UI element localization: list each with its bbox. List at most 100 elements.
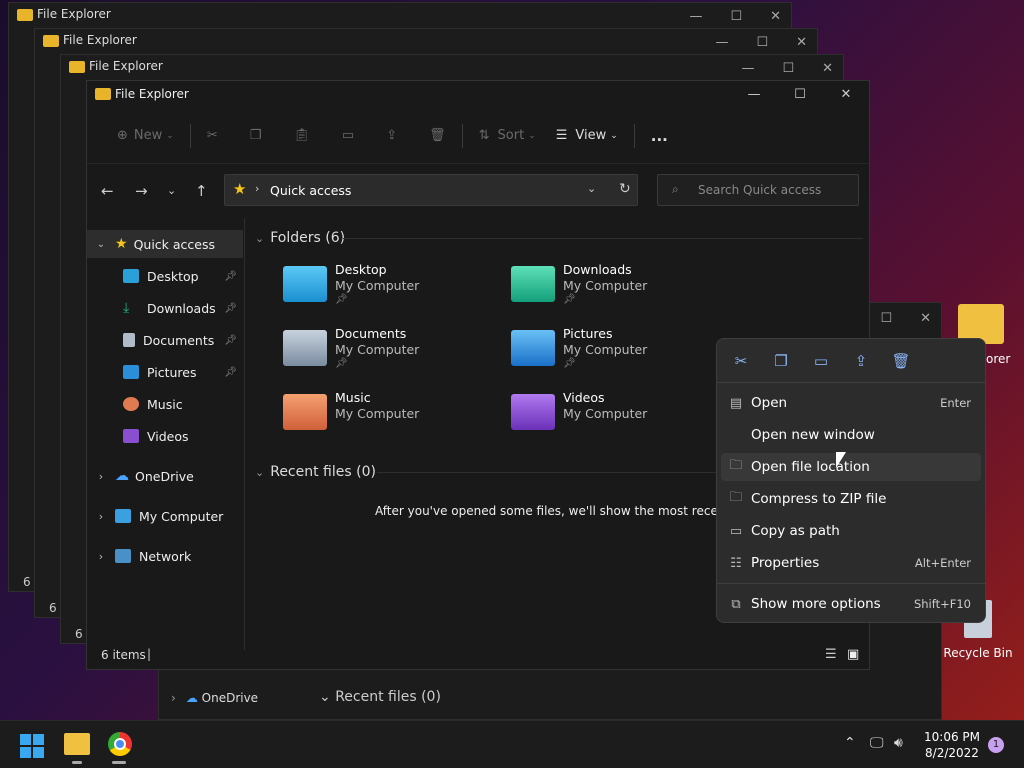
file-icon: ▤ xyxy=(729,395,743,411)
address-dropdown-icon[interactable]: ⌄ xyxy=(587,182,596,195)
up-button[interactable]: ↑ xyxy=(195,182,208,200)
nav-item-pictures[interactable]: Pictures 📌︎ xyxy=(87,358,243,386)
desktop-folder-icon xyxy=(283,266,327,302)
view-button[interactable]: ☰ View ⌄ xyxy=(546,120,628,152)
pin-icon: 📌︎ xyxy=(563,294,576,305)
chevron-right-icon: › xyxy=(98,469,104,483)
volume-icon[interactable]: 🔊︎ xyxy=(894,735,903,751)
bg-recent-header: ⌄ Recent files (0) xyxy=(319,689,441,705)
sort-icon: ⇅ xyxy=(478,128,490,143)
folder-videos[interactable]: Videos My Computer xyxy=(511,390,731,446)
nav-item-onedrive[interactable]: › ☁ OneDrive xyxy=(87,462,243,490)
refresh-button[interactable]: ↻ xyxy=(619,181,631,197)
forward-button[interactable]: → xyxy=(135,182,148,200)
copy-icon: ❐ xyxy=(249,128,262,143)
cut-button[interactable]: ✂ xyxy=(197,120,228,152)
network-icon[interactable]: 🖵︎ xyxy=(870,735,884,751)
window-title: File Explorer xyxy=(115,87,189,101)
pin-icon: 📌︎ xyxy=(224,366,237,378)
clock[interactable]: 10:06 PM 8/2/2022 xyxy=(922,729,982,761)
taskbar-file-explorer[interactable] xyxy=(64,733,90,764)
sort-button[interactable]: ⇅ Sort ⌄ xyxy=(469,120,546,152)
zip-icon: 🗀 xyxy=(729,490,743,505)
nav-item-downloads[interactable]: ⤓ Downloads 📌︎ xyxy=(87,294,243,322)
nav-item-music[interactable]: Music xyxy=(87,390,243,418)
trash-icon: 🗑︎ xyxy=(429,128,446,143)
share-button[interactable]: ⇪ xyxy=(376,120,407,152)
picture-icon xyxy=(123,365,139,379)
maximize-icon: ☐ xyxy=(782,60,795,76)
rename-button[interactable]: ▭ xyxy=(332,120,364,152)
recent-files-header[interactable]: ⌄ Recent files (0) xyxy=(255,464,376,480)
taskbar-chrome[interactable] xyxy=(108,732,132,764)
delete-button[interactable]: 🗑︎ xyxy=(419,120,456,152)
nav-item-documents[interactable]: Documents 📌︎ xyxy=(87,326,243,354)
close-button[interactable]: ✕ xyxy=(823,81,869,108)
folder-icon xyxy=(43,35,59,47)
nav-item-my-computer[interactable]: › My Computer xyxy=(87,502,243,530)
search-input[interactable]: ⌕ Search Quick access xyxy=(657,174,859,206)
document-icon xyxy=(123,333,135,347)
new-button[interactable]: ⊕ New ⌄ xyxy=(107,120,184,152)
menu-item-copy-as-path[interactable]: ▭ Copy as path xyxy=(721,517,981,545)
menu-item-open[interactable]: ▤ Open Enter xyxy=(721,389,981,417)
cloud-icon: ☁ xyxy=(185,691,198,705)
mouse-cursor-icon xyxy=(836,452,846,468)
address-bar[interactable]: ★ › Quick access ⌄ xyxy=(224,174,638,206)
maximize-button[interactable]: ☐ xyxy=(777,81,823,108)
details-view-button[interactable]: ☰ xyxy=(825,647,837,662)
title-bar[interactable]: File Explorer — ☐ ✕ xyxy=(87,81,869,108)
command-bar: ⊕ New ⌄ ✂ ❐ 📋︎ ▭ ⇪ 🗑︎ ⇅ Sort ⌄ ☰ View ⌄ ... xyxy=(87,108,869,164)
pin-icon: 📌︎ xyxy=(224,302,237,314)
more-options-button[interactable]: ... xyxy=(641,120,678,152)
share-icon[interactable]: ⇪ xyxy=(851,352,871,370)
videos-folder-icon xyxy=(511,394,555,430)
status-bar: 6 items | ☰ ▣ xyxy=(101,647,860,662)
window-title: File Explorer xyxy=(89,59,163,73)
menu-item-open-new-window[interactable]: Open new window xyxy=(721,421,981,449)
scissors-icon: ✂ xyxy=(206,128,218,143)
network-icon xyxy=(115,549,131,563)
copy-button[interactable]: ❐ xyxy=(240,120,272,152)
start-button[interactable] xyxy=(20,734,44,758)
nav-item-videos[interactable]: Videos xyxy=(87,422,243,450)
paste-button[interactable]: 📋︎ xyxy=(283,120,320,152)
folder-documents[interactable]: Documents My Computer 📌︎ xyxy=(283,326,503,382)
maximize-icon: ☐ xyxy=(756,34,769,50)
documents-folder-icon xyxy=(283,330,327,366)
folder-music[interactable]: Music My Computer xyxy=(283,390,503,446)
menu-item-open-file-location[interactable]: 🗀 Open file location xyxy=(721,453,981,481)
folder-icon xyxy=(95,88,111,100)
copy-icon[interactable]: ❐ xyxy=(771,352,791,370)
folder-downloads[interactable]: Downloads My Computer 📌︎ xyxy=(511,262,731,318)
context-menu: ✂ ❐ ▭ ⇪ 🗑︎ ▤ Open Enter Open new window 🗀 O… xyxy=(716,338,986,623)
rename-icon[interactable]: ▭ xyxy=(811,352,831,370)
pictures-folder-icon xyxy=(511,330,555,366)
menu-item-compress-zip[interactable]: 🗀 Compress to ZIP file xyxy=(721,485,981,513)
chevron-up-icon[interactable]: ⌃ xyxy=(844,735,856,751)
breadcrumb-separator-icon: › xyxy=(255,182,260,195)
cut-icon[interactable]: ✂ xyxy=(731,352,751,370)
delete-icon[interactable]: 🗑︎ xyxy=(891,352,911,370)
nav-item-quick-access[interactable]: ⌄ ★ Quick access xyxy=(87,230,243,258)
tiles-view-button[interactable]: ▣ xyxy=(847,647,859,662)
share-icon: ⇪ xyxy=(386,128,398,143)
clipboard-icon: 📋︎ xyxy=(293,128,310,143)
nav-item-network[interactable]: › Network xyxy=(87,542,243,570)
recent-empty-message: After you've opened some files, we'll sh… xyxy=(375,504,763,518)
path-icon: ▭ xyxy=(729,523,743,539)
menu-item-properties[interactable]: ☷ Properties Alt+Enter xyxy=(721,549,981,577)
notification-badge[interactable]: 1 xyxy=(988,737,1004,753)
menu-item-show-more-options[interactable]: ⧉ Show more options Shift+F10 xyxy=(721,590,981,618)
nav-item-desktop[interactable]: Desktop 📌︎ xyxy=(87,262,243,290)
recent-locations-button[interactable]: ⌄ xyxy=(167,184,176,197)
bg-nav-onedrive[interactable]: › ☁ OneDrive xyxy=(171,691,258,705)
minimize-button[interactable]: — xyxy=(731,81,777,108)
back-button[interactable]: ← xyxy=(101,182,114,200)
downloads-folder-icon xyxy=(511,266,555,302)
download-icon: ⤓ xyxy=(123,300,130,316)
item-count: 6 items xyxy=(101,648,146,662)
folder-pictures[interactable]: Pictures My Computer 📌︎ xyxy=(511,326,731,382)
folders-header[interactable]: ⌄ Folders (6) xyxy=(255,230,345,246)
folder-desktop[interactable]: Desktop My Computer 📌︎ xyxy=(283,262,503,318)
